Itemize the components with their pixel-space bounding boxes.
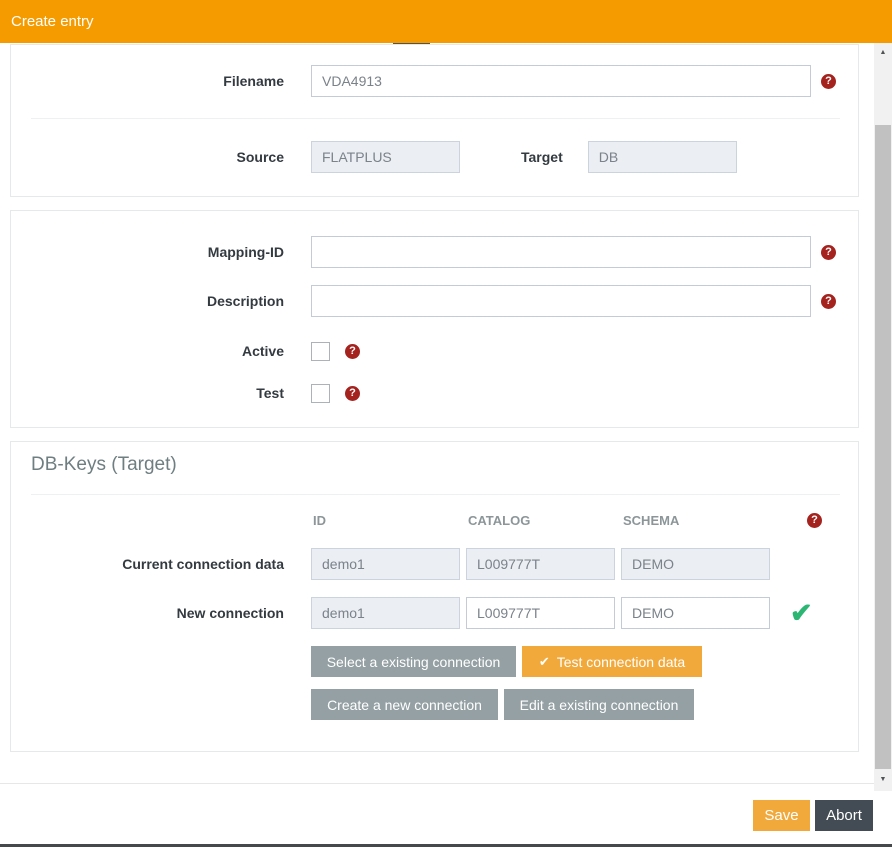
select-existing-connection-label: Select a existing connection (327, 654, 501, 670)
mapping-id-input[interactable] (311, 236, 811, 268)
dialog-title: Create entry (11, 13, 94, 30)
target-input (588, 141, 737, 173)
connection-valid-check-icon: ✔ (790, 600, 813, 627)
filename-row: Filename ? (11, 65, 858, 97)
test-row: Test ? (11, 383, 858, 403)
test-checkbox[interactable] (311, 384, 330, 403)
new-schema-input[interactable] (621, 597, 770, 629)
filename-input[interactable] (311, 65, 811, 97)
new-connection-row: New connection ✔ (11, 597, 858, 629)
mapping-id-row: Mapping-ID ? (11, 236, 858, 268)
db-keys-panel: DB-Keys (Target) ID CATALOG SCHEMA ? Cur… (10, 441, 859, 752)
select-existing-connection-button[interactable]: Select a existing connection (311, 646, 516, 677)
active-checkbox[interactable] (311, 342, 330, 361)
column-header-schema: SCHEMA (621, 513, 770, 528)
new-catalog-input[interactable] (466, 597, 615, 629)
connection-buttons-row-1: Select a existing connection ✔ Test conn… (311, 646, 702, 677)
save-button[interactable]: Save (753, 800, 810, 831)
current-catalog-input (466, 548, 615, 580)
abort-button[interactable]: Abort (815, 800, 873, 831)
create-new-connection-button[interactable]: Create a new connection (311, 689, 498, 720)
db-keys-help-icon[interactable]: ? (807, 513, 822, 528)
connection-buttons-row-2: Create a new connection Edit a existing … (311, 689, 694, 720)
current-id-input (311, 548, 460, 580)
description-input[interactable] (311, 285, 811, 317)
new-connection-label: New connection (11, 605, 284, 621)
vertical-scrollbar[interactable]: ▲ ▼ (874, 43, 892, 791)
description-row: Description ? (11, 285, 858, 317)
current-schema-input (621, 548, 770, 580)
footer-divider (0, 783, 892, 784)
source-target-row: Source Target (11, 141, 858, 173)
description-help-icon[interactable]: ? (821, 294, 836, 309)
basic-info-panel: Filename ? Source Target (10, 44, 859, 197)
mapping-panel: Mapping-ID ? Description ? Active ? Test… (10, 210, 859, 428)
test-label: Test (11, 385, 284, 401)
current-connection-row: Current connection data (11, 548, 858, 580)
scroll-up-arrow-icon[interactable]: ▲ (874, 46, 892, 60)
source-label: Source (11, 149, 284, 165)
scroll-down-arrow-icon[interactable]: ▼ (874, 773, 892, 787)
active-label: Active (11, 343, 284, 359)
panel-divider (31, 118, 840, 119)
column-header-catalog: CATALOG (466, 513, 615, 528)
scrollbar-thumb[interactable] (875, 125, 891, 769)
active-row: Active ? (11, 341, 858, 361)
section-divider (31, 494, 840, 495)
target-label: Target (521, 149, 563, 165)
edit-existing-connection-label: Edit a existing connection (520, 697, 679, 713)
db-keys-title: DB-Keys (Target) (31, 454, 177, 476)
source-input (311, 141, 460, 173)
filename-label: Filename (11, 73, 284, 89)
create-new-connection-label: Create a new connection (327, 697, 482, 713)
current-connection-label: Current connection data (11, 556, 284, 572)
dialog-header: Create entry (0, 0, 892, 43)
filename-help-icon[interactable]: ? (821, 74, 836, 89)
window-bottom-edge (0, 844, 892, 847)
mapping-id-help-icon[interactable]: ? (821, 245, 836, 260)
test-connection-data-button[interactable]: ✔ Test connection data (522, 646, 702, 677)
test-help-icon[interactable]: ? (345, 386, 360, 401)
check-icon: ✔ (539, 654, 550, 670)
db-keys-column-headers: ID CATALOG SCHEMA ? (11, 510, 858, 530)
description-label: Description (11, 293, 284, 309)
edit-existing-connection-button[interactable]: Edit a existing connection (504, 689, 694, 720)
new-id-input (311, 597, 460, 629)
active-help-icon[interactable]: ? (345, 344, 360, 359)
column-header-id: ID (311, 513, 460, 528)
mapping-id-label: Mapping-ID (11, 244, 284, 260)
test-connection-data-label: Test connection data (557, 654, 685, 670)
